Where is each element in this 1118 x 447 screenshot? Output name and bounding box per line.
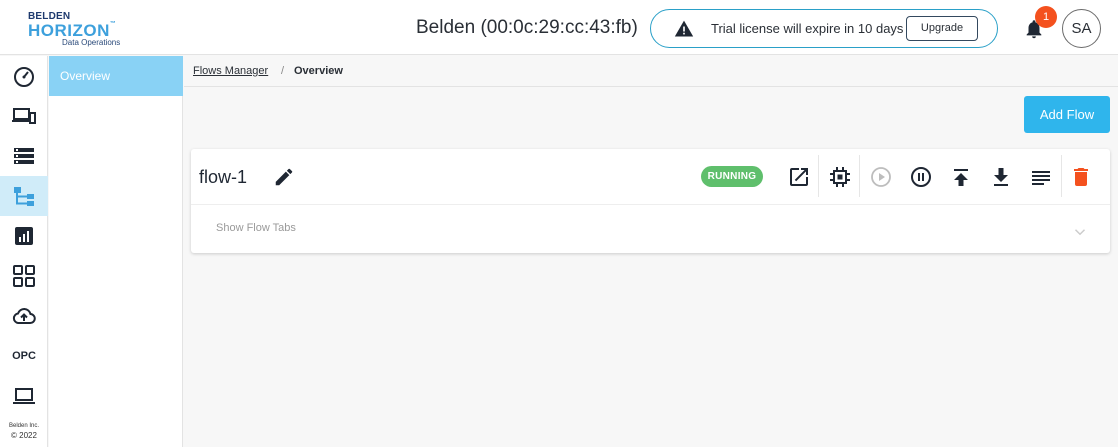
trial-license-banner: Trial license will expire in 10 days Upg… xyxy=(650,9,998,48)
breadcrumb-separator: / xyxy=(281,65,285,77)
rail-item-analytics[interactable] xyxy=(0,216,48,256)
apps-grid-icon xyxy=(13,265,35,287)
breadcrumb-current: Overview xyxy=(294,65,343,77)
flow-card-header: flow-1 RUNNING xyxy=(191,149,1110,205)
play-disabled-icon[interactable] xyxy=(869,165,893,189)
processor-chip-icon[interactable] xyxy=(828,165,852,189)
dashboard-gauge-icon xyxy=(14,67,34,87)
notification-badge: 1 xyxy=(1035,6,1057,28)
subnav-item-overview[interactable]: Overview xyxy=(49,56,183,96)
sub-sidebar: Overview xyxy=(49,56,183,447)
flow-name: flow-1 xyxy=(199,167,248,187)
action-divider xyxy=(818,155,819,197)
warning-icon xyxy=(674,20,694,37)
belden-horizon-logo[interactable]: BELDEN HORIZON™ Data Operations xyxy=(28,9,128,49)
breadcrumb-flows-manager-link[interactable]: Flows Manager xyxy=(193,65,268,77)
show-flow-tabs-toggle[interactable]: Show Flow Tabs xyxy=(216,222,296,234)
opc-label: OPC xyxy=(12,350,36,362)
action-divider xyxy=(1061,155,1062,197)
user-avatar[interactable]: SA xyxy=(1062,9,1101,48)
upgrade-button[interactable]: Upgrade xyxy=(906,16,978,41)
upload-icon[interactable] xyxy=(949,165,973,189)
icon-rail: OPC Belden Inc. © 2022 xyxy=(0,56,48,447)
open-external-icon[interactable] xyxy=(787,165,811,189)
rail-item-flows[interactable] xyxy=(0,176,48,216)
chevron-down-icon[interactable] xyxy=(1071,223,1089,241)
pause-icon[interactable] xyxy=(909,165,933,189)
cloud-upload-icon xyxy=(12,308,36,324)
pencil-edit-icon[interactable] xyxy=(273,166,295,188)
status-badge: RUNNING xyxy=(701,166,763,187)
rail-item-opc[interactable]: OPC xyxy=(0,336,48,376)
download-icon[interactable] xyxy=(989,165,1013,189)
logo-tagline: Data Operations xyxy=(62,38,121,47)
rail-item-laptop[interactable] xyxy=(0,376,48,416)
rail-item-dashboard[interactable] xyxy=(0,56,48,96)
breadcrumb: Flows Manager / Overview xyxy=(184,56,1118,87)
action-divider xyxy=(859,155,860,197)
laptop-icon xyxy=(13,388,35,404)
flow-card: flow-1 RUNNING Show Flow Tabs xyxy=(191,149,1110,253)
add-flow-button[interactable]: Add Flow xyxy=(1024,96,1110,133)
logs-lines-icon[interactable] xyxy=(1029,165,1053,189)
rail-item-devices[interactable] xyxy=(0,96,48,136)
trial-message: Trial license will expire in 10 days xyxy=(711,21,904,36)
trash-delete-icon[interactable] xyxy=(1069,165,1093,189)
devices-icon xyxy=(12,108,36,124)
app-header: BELDEN HORIZON™ Data Operations Belden (… xyxy=(0,0,1118,55)
analytics-chart-icon xyxy=(15,227,33,245)
device-title: Belden (00:0c:29:cc:43:fb) xyxy=(416,17,638,38)
rail-item-cloud[interactable] xyxy=(0,296,48,336)
rail-item-apps[interactable] xyxy=(0,256,48,296)
storage-list-icon xyxy=(14,148,34,164)
rail-item-storage[interactable] xyxy=(0,136,48,176)
copyright-text: Belden Inc. © 2022 xyxy=(8,423,40,440)
flows-hierarchy-icon xyxy=(14,187,34,206)
